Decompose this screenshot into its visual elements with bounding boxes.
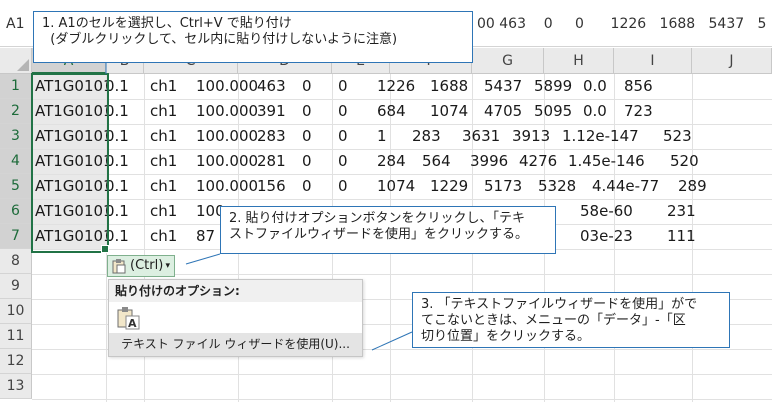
text-import-wizard-menu-item[interactable]: テキスト ファイル ウィザードを使用(U)... [109,333,362,356]
keep-text-only-icon[interactable]: A [115,306,141,330]
svg-text:A: A [128,317,137,330]
paste-options-button[interactable]: (Ctrl) ▾ [107,255,175,277]
clipboard-icon [112,259,126,274]
paste-options-title: 貼り付けのオプション: [109,280,362,302]
chevron-down-icon: ▾ [165,261,170,271]
callout-step3: 3. 「テキストファイルウィザードを使用」がで てこないときは、メニューの「デー… [412,292,730,348]
paste-options-menu: 貼り付けのオプション: A テキスト ファイル ウィザードを使用(U)... [108,279,363,357]
callout-step2: 2. 貼り付けオプションボタンをクリックし、「テキ ストファイルウィザードを使用… [220,206,556,254]
paste-options-label: (Ctrl) [130,258,164,273]
